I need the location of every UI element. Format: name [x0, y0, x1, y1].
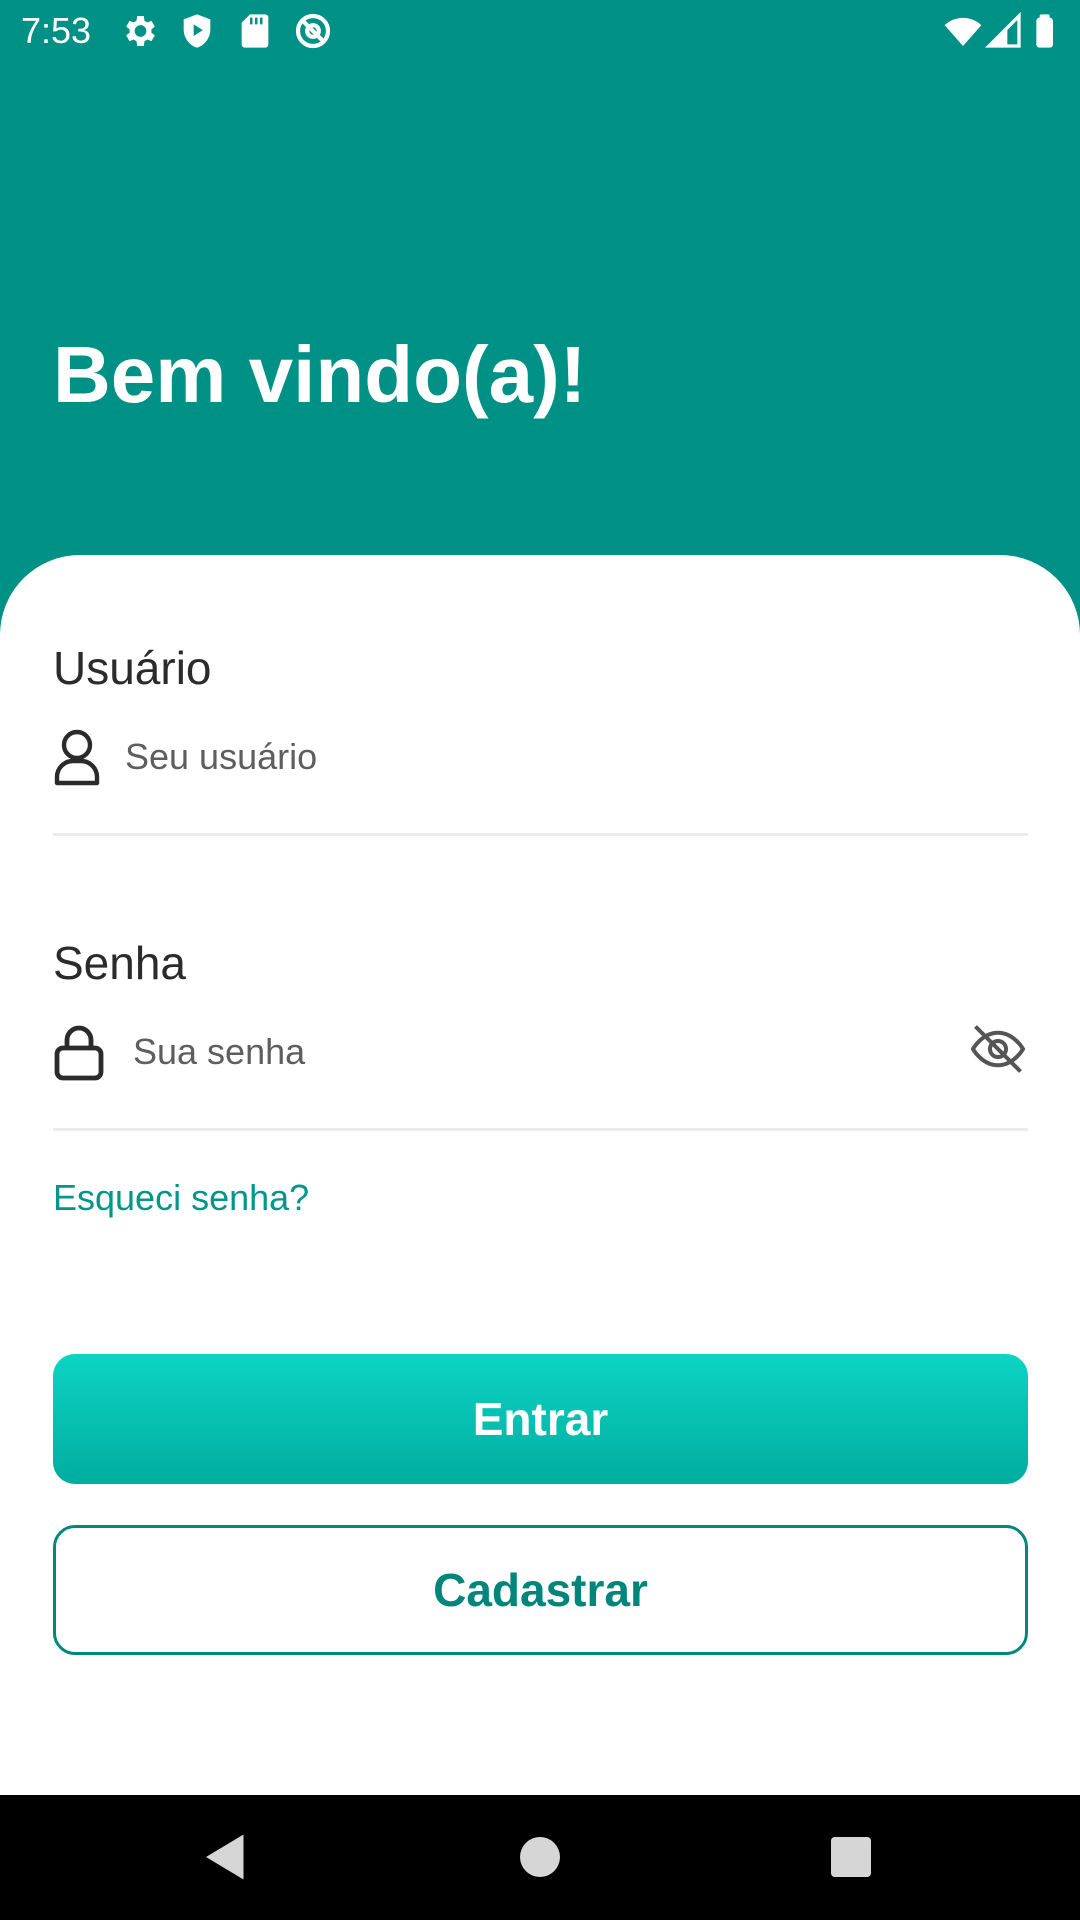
- navigation-bar: [0, 1795, 1080, 1920]
- back-icon[interactable]: [196, 1827, 256, 1887]
- status-bar: 7:53: [0, 0, 1080, 62]
- wifi-icon: [943, 11, 983, 51]
- status-time: 7:53: [21, 10, 92, 51]
- username-input[interactable]: [125, 730, 1005, 784]
- register-button[interactable]: Cadastrar: [53, 1525, 1028, 1655]
- signal-icon: [984, 11, 1024, 51]
- login-button[interactable]: Entrar: [53, 1354, 1028, 1484]
- username-divider: [53, 833, 1028, 836]
- username-field: [53, 722, 1028, 792]
- sd-card-icon: [235, 11, 275, 51]
- user-icon: [53, 727, 101, 787]
- password-label: Senha: [53, 937, 187, 989]
- recents-icon[interactable]: [821, 1827, 881, 1887]
- home-icon[interactable]: [510, 1827, 570, 1887]
- page-title: Bem vindo(a)!: [53, 330, 587, 419]
- password-input[interactable]: [133, 1025, 913, 1079]
- password-divider: [53, 1128, 1028, 1131]
- battery-icon: [1028, 11, 1068, 51]
- username-label: Usuário: [53, 642, 212, 694]
- gear-icon: [119, 11, 159, 51]
- lock-icon: [53, 1022, 105, 1082]
- shield-play-icon: [177, 11, 217, 51]
- password-field: [53, 1017, 1028, 1087]
- at-sign-icon: [293, 11, 333, 51]
- eye-off-icon[interactable]: [968, 1019, 1028, 1079]
- forgot-password-link[interactable]: Esqueci senha?: [53, 1176, 309, 1220]
- header: Bem vindo(a)!: [0, 0, 1080, 560]
